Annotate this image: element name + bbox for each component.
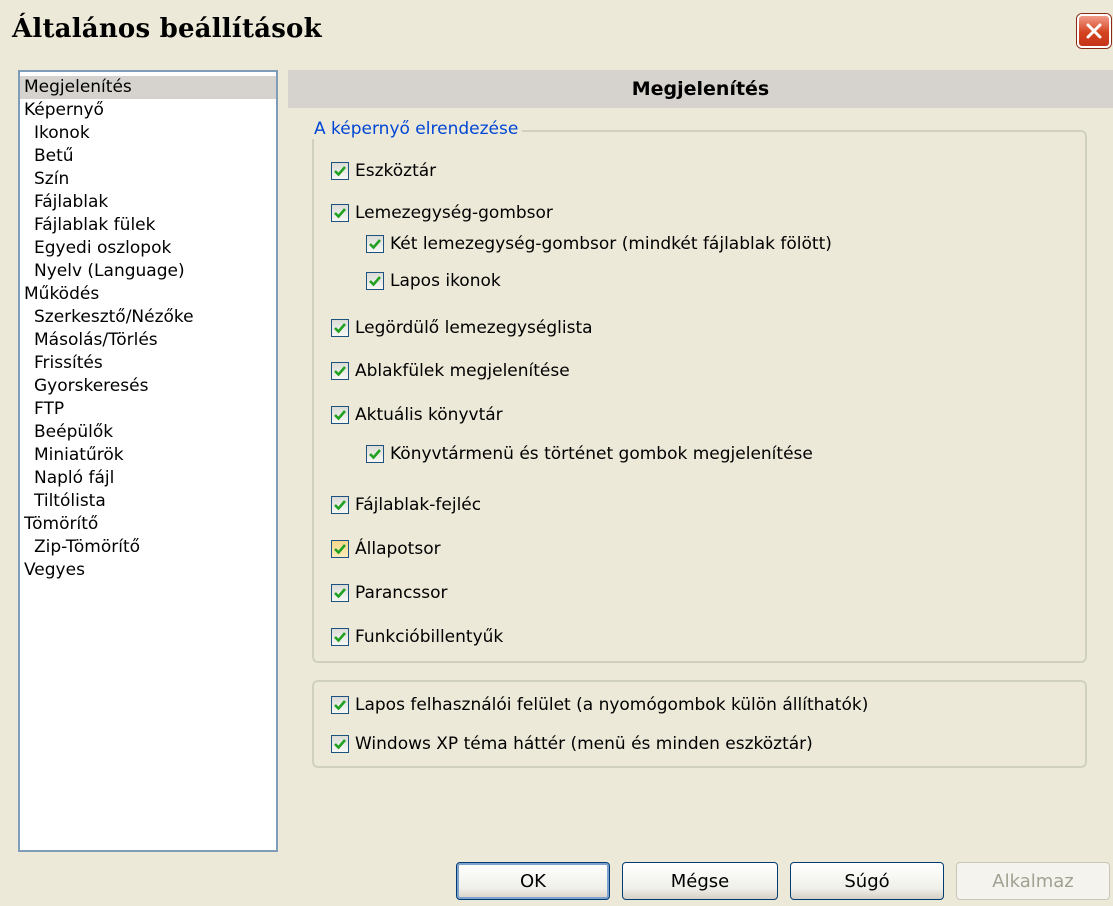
checkbox-allapotsor[interactable]: Állapotsor [331,536,441,562]
checkmark-icon [334,166,346,177]
tree-item-zip-tomorito[interactable]: Zip-Tömörítő [20,536,276,559]
checkbox-label: Fájlablak-fejléc [355,495,482,515]
tree-item-vegyes[interactable]: Vegyes [20,559,276,582]
checkmark-icon [334,366,346,377]
checkmark-icon [334,500,346,511]
tree-item-megjelenites[interactable]: Megjelenítés [20,76,276,99]
checkbox-ket-gombsor[interactable]: Két lemezegység-gombsor (mindkét fájlabl… [366,231,832,257]
panel-header: Megjelenítés [288,70,1113,108]
settings-tree[interactable]: Megjelenítés Képernyő Ikonok Betű Szín F… [18,70,278,852]
ok-button[interactable]: OK [456,862,610,900]
checkbox-box[interactable] [366,235,384,253]
checkbox-label: Lapos felhasználói felület (a nyomógombo… [355,695,869,715]
tree-item-szerkeszto-nezoke[interactable]: Szerkesztő/Nézőke [20,306,276,329]
checkbox-box[interactable] [331,696,349,714]
title-bar[interactable]: Általános beállítások [0,0,1113,60]
checkbox-eszkoztar[interactable]: Eszköztár [331,158,436,184]
checkbox-funkciobillentyuk[interactable]: Funkcióbillentyűk [331,624,503,650]
tree-item-gyorskereses[interactable]: Gyorskeresés [20,375,276,398]
tree-item-nyelv[interactable]: Nyelv (Language) [20,260,276,283]
checkbox-label: Aktuális könyvtár [355,405,503,425]
close-button[interactable] [1077,14,1111,48]
tree-item-tiltolista[interactable]: Tiltólista [20,490,276,513]
checkbox-label: Eszköztár [355,161,437,181]
checkbox-label: Állapotsor [355,539,441,559]
tree-item-masolas-torles[interactable]: Másolás/Törlés [20,329,276,352]
checkmark-icon [334,632,346,643]
close-icon [1086,23,1102,39]
checkbox-box[interactable] [331,628,349,646]
tree-item-fajlablak-fulek[interactable]: Fájlablak fülek [20,214,276,237]
checkmark-icon [369,276,381,287]
tree-item-mukodes[interactable]: Működés [20,283,276,306]
tree-item-naplo-fajl[interactable]: Napló fájl [20,467,276,490]
tree-item-miniaturok[interactable]: Miniatűrök [20,444,276,467]
group-legend: A képernyő elrendezése [312,119,523,139]
checkbox-box[interactable] [366,445,384,463]
dialog-title: Általános beállítások [12,14,322,44]
tree-item-beepulok[interactable]: Beépülők [20,421,276,444]
checkbox-legordulo-lista[interactable]: Legördülő lemezegységlista [331,315,593,341]
checkbox-label: Könyvtármenü és történet gombok megjelen… [390,444,813,464]
checkbox-label: Lapos ikonok [390,271,501,291]
checkmark-icon [369,239,381,250]
checkmark-icon [334,588,346,599]
apply-button[interactable]: Alkalmaz [956,862,1110,900]
checkmark-icon [334,323,346,334]
tree-item-tomorito[interactable]: Tömörítő [20,513,276,536]
tree-item-ikonok[interactable]: Ikonok [20,122,276,145]
checkbox-box[interactable] [331,496,349,514]
checkbox-label: Két lemezegység-gombsor (mindkét fájlabl… [390,234,832,254]
checkbox-lapos-felulet[interactable]: Lapos felhasználói felület (a nyomógombo… [331,692,868,718]
tree-item-fajlablak[interactable]: Fájlablak [20,191,276,214]
checkbox-fajlablak-fejlec[interactable]: Fájlablak-fejléc [331,492,481,518]
checkbox-lemezegyseg-gombsor[interactable]: Lemezegység-gombsor [331,200,553,226]
checkmark-icon [334,544,346,555]
checkbox-box[interactable] [331,204,349,222]
checkbox-ablakfulek[interactable]: Ablakfülek megjelenítése [331,358,570,384]
checkmark-icon [334,410,346,421]
checkbox-label: Funkcióbillentyűk [355,627,504,647]
checkmark-icon [334,700,346,711]
checkbox-box[interactable] [331,162,349,180]
checkbox-box[interactable] [331,406,349,424]
checkbox-xp-tema[interactable]: Windows XP téma háttér (menü és minden e… [331,731,813,757]
checkbox-konyvtarmenu[interactable]: Könyvtármenü és történet gombok megjelen… [366,441,813,467]
checkbox-box[interactable] [331,584,349,602]
settings-dialog: Általános beállítások Megjelenítés Képer… [0,0,1113,906]
checkbox-label: Ablakfülek megjelenítése [355,361,570,381]
checkbox-box[interactable] [366,272,384,290]
tree-item-egyedi-oszlopok[interactable]: Egyedi oszlopok [20,237,276,260]
checkbox-box[interactable] [331,319,349,337]
checkbox-aktualis-konyvtar[interactable]: Aktuális könyvtár [331,402,503,428]
tree-item-kepernyo[interactable]: Képernyő [20,99,276,122]
checkbox-parancssor[interactable]: Parancssor [331,580,448,606]
checkbox-label: Parancssor [355,583,448,603]
checkmark-icon [369,449,381,460]
checkbox-lapos-ikonok[interactable]: Lapos ikonok [366,268,501,294]
tree-item-frissites[interactable]: Frissítés [20,352,276,375]
cancel-button[interactable]: Mégse [622,862,778,900]
checkbox-label: Legördülő lemezegységlista [355,318,593,338]
checkbox-box[interactable] [331,735,349,753]
checkbox-box[interactable] [331,540,349,558]
tree-item-ftp[interactable]: FTP [20,398,276,421]
tree-item-szin[interactable]: Szín [20,168,276,191]
checkmark-icon [334,739,346,750]
checkbox-box[interactable] [331,362,349,380]
checkbox-label: Lemezegység-gombsor [355,203,553,223]
help-button[interactable]: Súgó [790,862,944,900]
checkmark-icon [334,208,346,219]
checkbox-label: Windows XP téma háttér (menü és minden e… [355,734,813,754]
tree-item-betu[interactable]: Betű [20,145,276,168]
